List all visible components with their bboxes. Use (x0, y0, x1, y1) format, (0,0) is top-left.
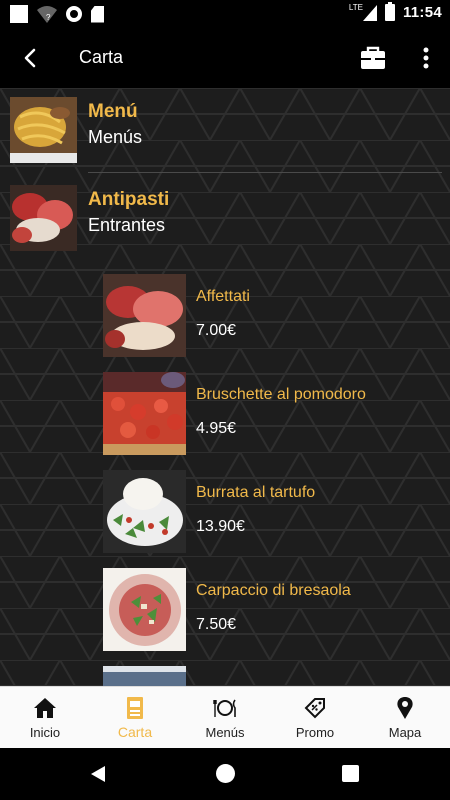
svg-text:?: ? (46, 13, 51, 22)
page-title: Carta (79, 47, 124, 67)
map-pin-icon (397, 697, 413, 719)
nav-carta[interactable]: Carta (90, 687, 180, 749)
menu-item-affettati[interactable]: Affettati 7.00€ (103, 274, 403, 358)
clock: 11:54 (402, 4, 442, 21)
status-bar: ? LTE 11:54 (0, 0, 450, 28)
divider (88, 172, 442, 173)
system-recents-icon[interactable] (342, 765, 359, 782)
category-menu[interactable]: Menú Menús (10, 97, 442, 167)
menu-item-bruschette[interactable]: Bruschette al pomodoro 4.95€ (103, 372, 403, 456)
item-name: Bruschette al pomodoro (196, 386, 366, 403)
notification-icon (10, 5, 28, 23)
briefcase-icon[interactable] (360, 45, 386, 71)
system-navigation-bar (0, 748, 450, 800)
nav-menus[interactable]: Menús (180, 687, 270, 749)
system-home-icon[interactable] (216, 764, 235, 783)
menu-item-partial[interactable] (103, 666, 403, 686)
category-menu-thumbnail (10, 97, 77, 163)
nav-mapa[interactable]: Mapa (360, 687, 450, 749)
item-name: Carpaccio di bresaola (196, 582, 351, 599)
menu-content[interactable]: Menú Menús Antipasti Entrantes Affettati… (0, 88, 450, 686)
category-antipasti-thumbnail (10, 185, 77, 251)
nav-label: Inicio (29, 725, 61, 740)
signal-icon (362, 4, 377, 21)
nav-inicio[interactable]: Inicio (0, 687, 90, 749)
item-name: Burrata al tartufo (196, 484, 316, 501)
category-subtitle: Menús (88, 127, 143, 147)
category-name: Menú (88, 101, 138, 122)
category-subtitle: Entrantes (88, 215, 166, 235)
network-type: LTE (348, 3, 363, 12)
category-name: Antipasti (88, 189, 170, 210)
battery-icon (384, 2, 395, 21)
discount-tag-icon (304, 698, 325, 719)
item-thumbnail (103, 568, 186, 651)
item-price: 7.00€ (196, 322, 237, 339)
item-thumbnail (103, 274, 186, 357)
sync-icon (66, 6, 82, 22)
menu-item-burrata[interactable]: Burrata al tartufo 13.90€ (103, 470, 403, 554)
item-thumbnail (103, 470, 186, 553)
app-bar: Carta (0, 28, 450, 88)
item-thumbnail (103, 372, 186, 455)
item-name: Affettati (196, 288, 250, 305)
item-price: 7.50€ (196, 616, 237, 633)
home-icon (34, 698, 56, 718)
system-back-icon[interactable] (88, 764, 108, 784)
more-vertical-icon[interactable] (414, 44, 438, 72)
wifi-icon: ? (37, 6, 57, 23)
bottom-navigation: Inicio Carta Menús Promo Mapa (0, 686, 450, 748)
sd-card-icon (91, 5, 104, 23)
category-antipasti[interactable]: Antipasti Entrantes (10, 185, 442, 255)
nav-label: Mapa (388, 725, 422, 740)
item-thumbnail (103, 666, 186, 686)
menu-item-carpaccio[interactable]: Carpaccio di bresaola 7.50€ (103, 568, 403, 652)
back-arrow-icon[interactable] (16, 44, 44, 72)
nav-promo[interactable]: Promo (270, 687, 360, 749)
item-price: 4.95€ (196, 420, 237, 437)
nav-label: Promo (295, 725, 335, 740)
plate-cutlery-icon (213, 699, 236, 717)
menu-card-icon (127, 697, 143, 719)
item-price: 13.90€ (196, 518, 245, 535)
nav-label: Menús (205, 725, 245, 740)
nav-label: Carta (117, 724, 153, 740)
